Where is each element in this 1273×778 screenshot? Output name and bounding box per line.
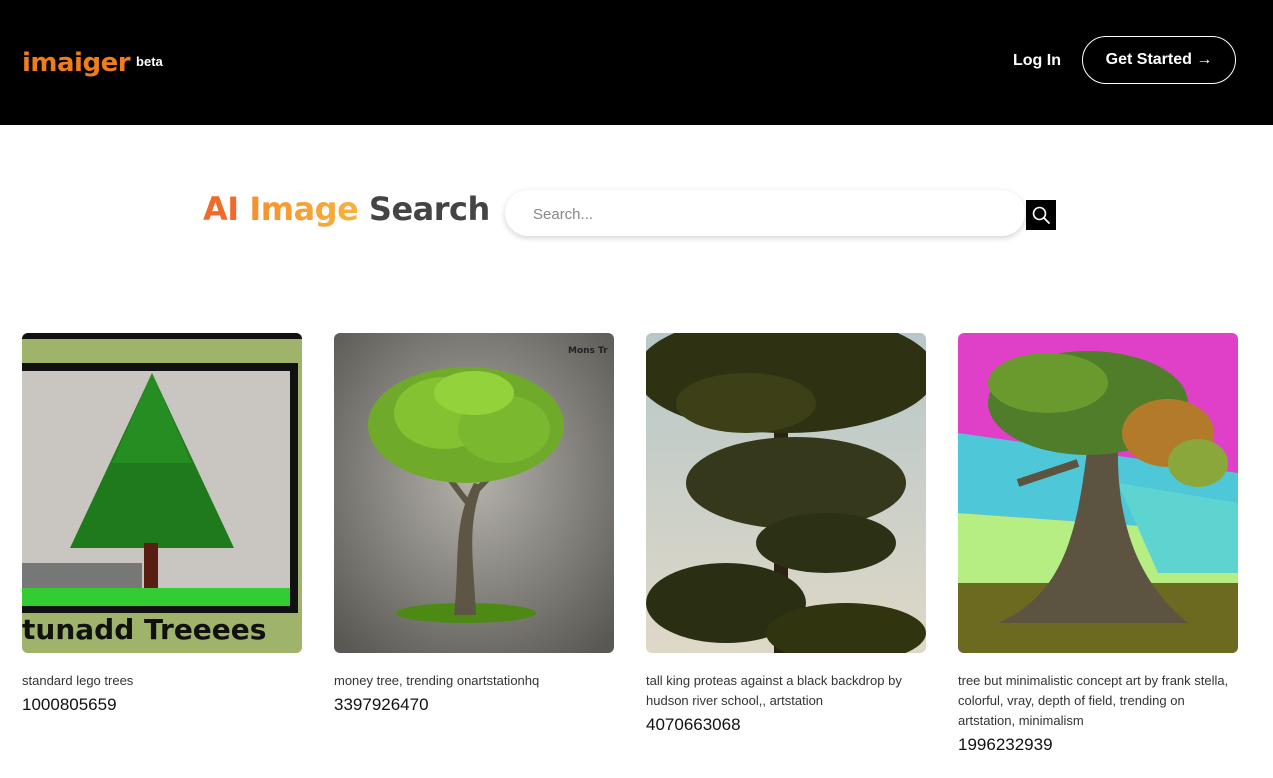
result-card[interactable]: tunadd Treeees standard lego trees 10008… [22, 333, 302, 717]
title-search: Search [368, 190, 490, 228]
logo[interactable]: imaiger beta [22, 48, 163, 78]
login-link[interactable]: Log In [1013, 52, 1061, 70]
search-icon [1032, 206, 1050, 224]
result-caption: money tree, trending onartstationhq [334, 673, 540, 688]
result-image[interactable] [958, 333, 1238, 653]
get-started-button[interactable]: Get Started → [1082, 36, 1236, 84]
result-caption: standard lego trees [22, 673, 134, 688]
result-image[interactable]: tunadd Treeees [22, 333, 302, 653]
title-image: Image [249, 190, 359, 228]
result-card[interactable]: tree but minimalistic concept art by fra… [958, 333, 1238, 757]
beta-badge: beta [136, 54, 163, 69]
search-button[interactable] [1026, 200, 1056, 230]
top-navbar: imaiger beta Log In Get Started → [0, 0, 1273, 125]
result-image[interactable] [646, 333, 926, 653]
search-input[interactable] [531, 190, 1015, 238]
page-title: AI Image Search [203, 190, 490, 228]
result-caption: tall king proteas against a black backdr… [646, 673, 902, 708]
result-seed: 3397926470 [334, 695, 429, 714]
title-ai: AI [203, 190, 239, 228]
search-bar [505, 190, 1025, 238]
result-seed: 4070663068 [646, 715, 741, 734]
image-overlay-text: Mons Tr [568, 346, 608, 356]
result-seed: 1996232939 [958, 735, 1053, 754]
result-card[interactable]: Mons Tr money tree, trending onartstatio… [334, 333, 614, 717]
result-card[interactable]: tall king proteas against a black backdr… [646, 333, 926, 737]
result-caption: tree but minimalistic concept art by fra… [958, 673, 1229, 728]
result-image[interactable]: Mons Tr [334, 333, 614, 653]
logo-text: imaiger [22, 48, 131, 78]
image-overlay-text: tunadd Treeees [22, 613, 266, 646]
result-seed: 1000805659 [22, 695, 117, 714]
